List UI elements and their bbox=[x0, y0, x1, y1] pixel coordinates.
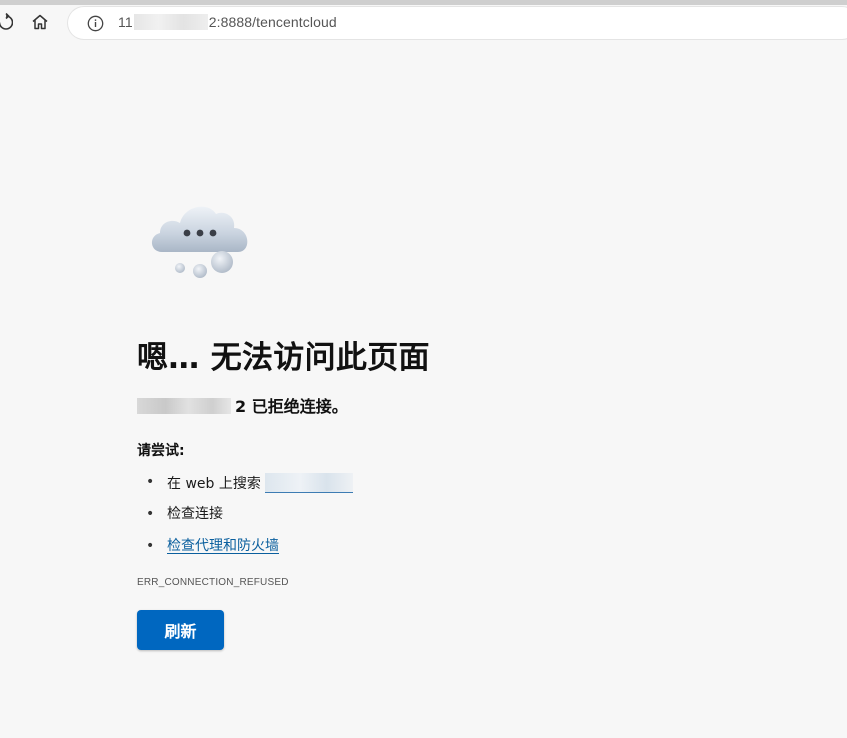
try-label: 请尝试: bbox=[137, 443, 185, 459]
reload-button[interactable]: 刷新 bbox=[137, 610, 224, 650]
list-item: • 在 web 上搜索 bbox=[146, 473, 353, 505]
refused-message: 2 已拒绝连接。 bbox=[137, 393, 348, 417]
redacted-host bbox=[133, 14, 208, 30]
cloud-illustration bbox=[146, 196, 256, 286]
redacted-host bbox=[137, 398, 231, 414]
refresh-icon[interactable] bbox=[0, 10, 14, 34]
search-link[interactable] bbox=[264, 473, 353, 493]
browser-toolbar: 11 2:8888/tencentcloud bbox=[0, 0, 847, 44]
info-icon[interactable] bbox=[86, 14, 104, 32]
proxy-firewall-link[interactable]: 检查代理和防火墙 bbox=[167, 538, 279, 554]
bullet-icon: • bbox=[146, 538, 155, 554]
url-text[interactable]: 11 2:8888/tencentcloud bbox=[118, 14, 337, 30]
bullet-icon: • bbox=[146, 506, 155, 522]
list-item: • 检查连接 bbox=[146, 505, 353, 537]
url-prefix: 11 bbox=[118, 14, 133, 30]
home-icon[interactable] bbox=[29, 11, 51, 33]
list-item: • 检查代理和防火墙 bbox=[146, 537, 353, 569]
url-suffix: 2:8888/tencentcloud bbox=[208, 14, 337, 30]
toolbar-top-border bbox=[0, 0, 847, 5]
search-suggestion-text: 在 web 上搜索 bbox=[167, 476, 261, 492]
page-title: 嗯… 无法访问此页面 bbox=[137, 340, 430, 376]
refused-text: 2 已拒绝连接。 bbox=[235, 397, 348, 416]
bullet-icon: • bbox=[146, 474, 155, 490]
address-bar[interactable]: 11 2:8888/tencentcloud bbox=[68, 7, 847, 39]
suggestion-list: • 在 web 上搜索 • 检查连接 • 检查代理和防火墙 bbox=[146, 473, 353, 569]
check-connection-text: 检查连接 bbox=[167, 506, 223, 522]
error-code: ERR_CONNECTION_REFUSED bbox=[137, 577, 289, 588]
